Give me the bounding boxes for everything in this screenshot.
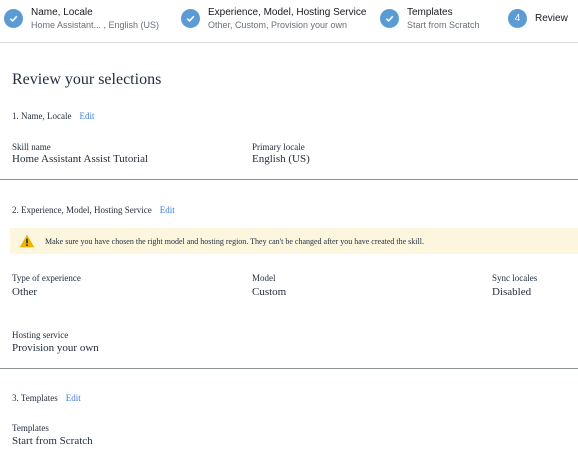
wizard-stepper: Name, Locale Home Assistant... , English…: [0, 0, 578, 43]
section-heading: 2. Experience, Model, Hosting Service: [12, 205, 152, 215]
skill-name-value: Home Assistant Assist Tutorial: [12, 153, 149, 165]
skill-name-label: Skill name: [12, 142, 51, 152]
edit-templates-link[interactable]: Edit: [66, 393, 81, 403]
section-experience-header: 2. Experience, Model, Hosting Service Edi…: [12, 205, 175, 215]
model-label: Model: [252, 273, 276, 283]
step-title: Review: [535, 13, 568, 24]
warning-message: Make sure you have chosen the right mode…: [45, 236, 424, 246]
step-title: Name, Locale: [31, 7, 93, 18]
section-templates-header: 3. Templates Edit: [12, 393, 81, 403]
warning-alert: Make sure you have chosen the right mode…: [10, 228, 578, 254]
hosting-service-label: Hosting service: [12, 330, 69, 340]
experience-type-value: Other: [12, 286, 38, 298]
check-icon: [181, 9, 200, 28]
section-divider: [0, 368, 578, 369]
step-title: Templates: [407, 7, 453, 18]
section-divider: [0, 179, 578, 180]
section-heading: 3. Templates: [12, 393, 58, 403]
page-title: Review your selections: [12, 71, 162, 88]
templates-value: Start from Scratch: [12, 435, 93, 447]
templates-label: Templates: [12, 423, 49, 433]
step-subtitle: Home Assistant... , English (US): [31, 20, 160, 30]
step-title: Experience, Model, Hosting Service: [208, 7, 367, 18]
model-value: Custom: [252, 286, 287, 298]
edit-name-locale-link[interactable]: Edit: [79, 111, 94, 121]
check-icon: [380, 9, 399, 28]
primary-locale-label: Primary locale: [252, 142, 305, 152]
section-heading: 1. Name, Locale: [12, 111, 72, 121]
step-subtitle: Start from Scratch: [407, 20, 480, 30]
experience-type-label: Type of experience: [12, 273, 81, 283]
section-name-locale-header: 1. Name, Locale Edit: [12, 111, 94, 121]
step-number: 4: [508, 9, 527, 28]
warning-icon: [19, 234, 35, 248]
sync-locales-label: Sync locales: [492, 273, 538, 283]
primary-locale-value: English (US): [252, 153, 310, 165]
check-icon: [4, 9, 23, 28]
step-subtitle: Other, Custom, Provision your own: [208, 20, 348, 30]
sync-locales-value: Disabled: [492, 286, 532, 298]
hosting-service-value: Provision your own: [12, 342, 99, 354]
edit-experience-link[interactable]: Edit: [160, 205, 175, 215]
